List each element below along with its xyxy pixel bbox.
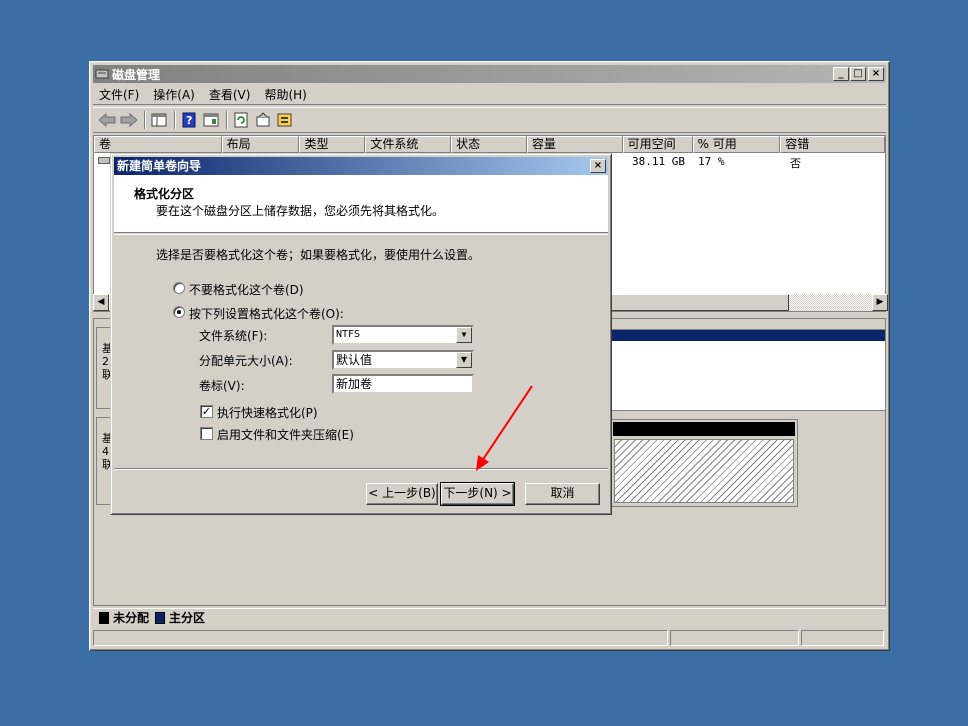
dialog-header: 格式化分区 要在这个磁盘分区上储存数据，您必须先将其格式化。 [114, 175, 608, 233]
partition-primary[interactable] [610, 329, 886, 411]
toolbar-separator [226, 111, 228, 129]
properties-view-icon[interactable] [201, 110, 221, 130]
new-simple-volume-wizard: 新建简单卷向导 × 格式化分区 要在这个磁盘分区上储存数据，您必须先将其格式化。… [110, 153, 612, 515]
filesystem-label: 文件系统(F): [199, 329, 268, 343]
no-format-label[interactable]: 不要格式化这个卷(D) [189, 281, 304, 298]
filesystem-value: NTFS [336, 329, 361, 340]
annotation-arrow [476, 385, 533, 471]
col-status[interactable]: 状态 [451, 136, 527, 153]
allocation-unit-label: 分配单元大小(A): [199, 354, 293, 368]
toolbar-separator [144, 111, 146, 129]
back-button[interactable]: < 上一步(B) [366, 483, 438, 505]
header-title: 格式化分区 [134, 187, 195, 201]
legend: 未分配 主分区 [93, 608, 886, 626]
col-filesystem[interactable]: 文件系统 [365, 136, 452, 153]
format-label[interactable]: 按下列设置格式化这个卷(O): [189, 305, 344, 322]
col-percent-free[interactable]: % 可用 [692, 136, 781, 153]
col-capacity[interactable]: 容量 [526, 136, 623, 153]
menu-view[interactable]: 查看(V) [209, 86, 251, 103]
next-button[interactable]: 下一步(N) > [440, 482, 515, 506]
volume-list-header: 卷 布局 类型 文件系统 状态 容量 可用空间 % 可用 容错 [94, 136, 886, 153]
allocation-unit-value: 默认值 [336, 353, 373, 367]
col-volume[interactable]: 卷 [94, 136, 222, 153]
refresh-icon[interactable] [231, 110, 251, 130]
svg-text:?: ? [186, 114, 192, 127]
status-bar [93, 630, 886, 648]
volume-icon [98, 157, 110, 164]
chevron-down-icon[interactable]: ▼ [456, 352, 472, 368]
dialog-close-button[interactable]: × [590, 159, 606, 173]
forward-arrow-icon[interactable] [119, 110, 139, 130]
status-pane [669, 630, 800, 646]
help-icon[interactable]: ? [179, 110, 199, 130]
partition-unallocated[interactable] [610, 419, 798, 507]
volume-label-label: 卷标(V): [199, 379, 245, 393]
compression-label[interactable]: 启用文件和文件夹压缩(E) [217, 426, 354, 443]
free-space-value: 38.11 GB [632, 155, 685, 168]
prompt-text: 选择是否要格式化这个卷；如果要格式化，要使用什么设置。 [156, 248, 481, 262]
rescan-icon[interactable] [253, 110, 273, 130]
show-hide-tree-icon[interactable] [149, 110, 169, 130]
legend-unallocated: 未分配 [113, 611, 150, 625]
col-fault-tolerance[interactable]: 容错 [780, 136, 886, 153]
volume-label-value: 新加卷 [336, 377, 373, 391]
maximize-button[interactable]: □ [850, 67, 866, 81]
col-type[interactable]: 类型 [299, 136, 366, 153]
settings-icon[interactable] [275, 110, 295, 130]
cancel-button[interactable]: 取消 [525, 483, 600, 505]
primary-partition-swatch [155, 611, 166, 624]
menu-action[interactable]: 操作(A) [153, 86, 195, 103]
dialog-title-bar: 新建简单卷向导 × [114, 157, 608, 175]
minimize-button[interactable]: _ [833, 67, 849, 81]
back-arrow-icon[interactable] [97, 110, 117, 130]
menu-help[interactable]: 帮助(H) [264, 86, 306, 103]
scroll-right-button[interactable]: ▶ [872, 294, 888, 311]
filesystem-select[interactable]: NTFS ▼ [332, 325, 474, 345]
toolbar: ? [93, 107, 886, 133]
dialog-title: 新建简单卷向导 [117, 159, 202, 173]
menu-file[interactable]: 文件(F) [99, 86, 139, 103]
volume-label-input[interactable]: 新加卷 [332, 374, 474, 394]
scroll-left-button[interactable]: ◀ [93, 294, 109, 311]
col-layout[interactable]: 布局 [221, 136, 300, 153]
quick-format-checkbox[interactable]: ✓ [200, 405, 213, 418]
compression-checkbox[interactable] [200, 427, 213, 440]
unallocated-swatch [99, 611, 109, 624]
title-bar: 磁盘管理 _ □ × [93, 65, 886, 83]
fault-tolerance-value: 否 [790, 157, 801, 170]
disk-icon [95, 69, 109, 79]
col-free-space[interactable]: 可用空间 [622, 136, 693, 153]
status-pane [801, 630, 884, 646]
status-pane [93, 630, 668, 646]
format-radio[interactable] [173, 306, 185, 318]
close-button[interactable]: × [868, 67, 884, 81]
window-title: 磁盘管理 [112, 67, 161, 82]
menu-bar: 文件(F) 操作(A) 查看(V) 帮助(H) [93, 85, 886, 105]
percent-free-value: 17 % [698, 155, 725, 168]
quick-format-label[interactable]: 执行快速格式化(P) [217, 404, 318, 421]
allocation-unit-select[interactable]: 默认值 ▼ [332, 350, 474, 370]
no-format-radio[interactable] [173, 282, 185, 294]
chevron-down-icon[interactable]: ▼ [456, 327, 472, 343]
legend-primary-partition: 主分区 [169, 611, 206, 625]
toolbar-separator [174, 111, 176, 129]
header-description: 要在这个磁盘分区上储存数据，您必须先将其格式化。 [156, 204, 445, 218]
